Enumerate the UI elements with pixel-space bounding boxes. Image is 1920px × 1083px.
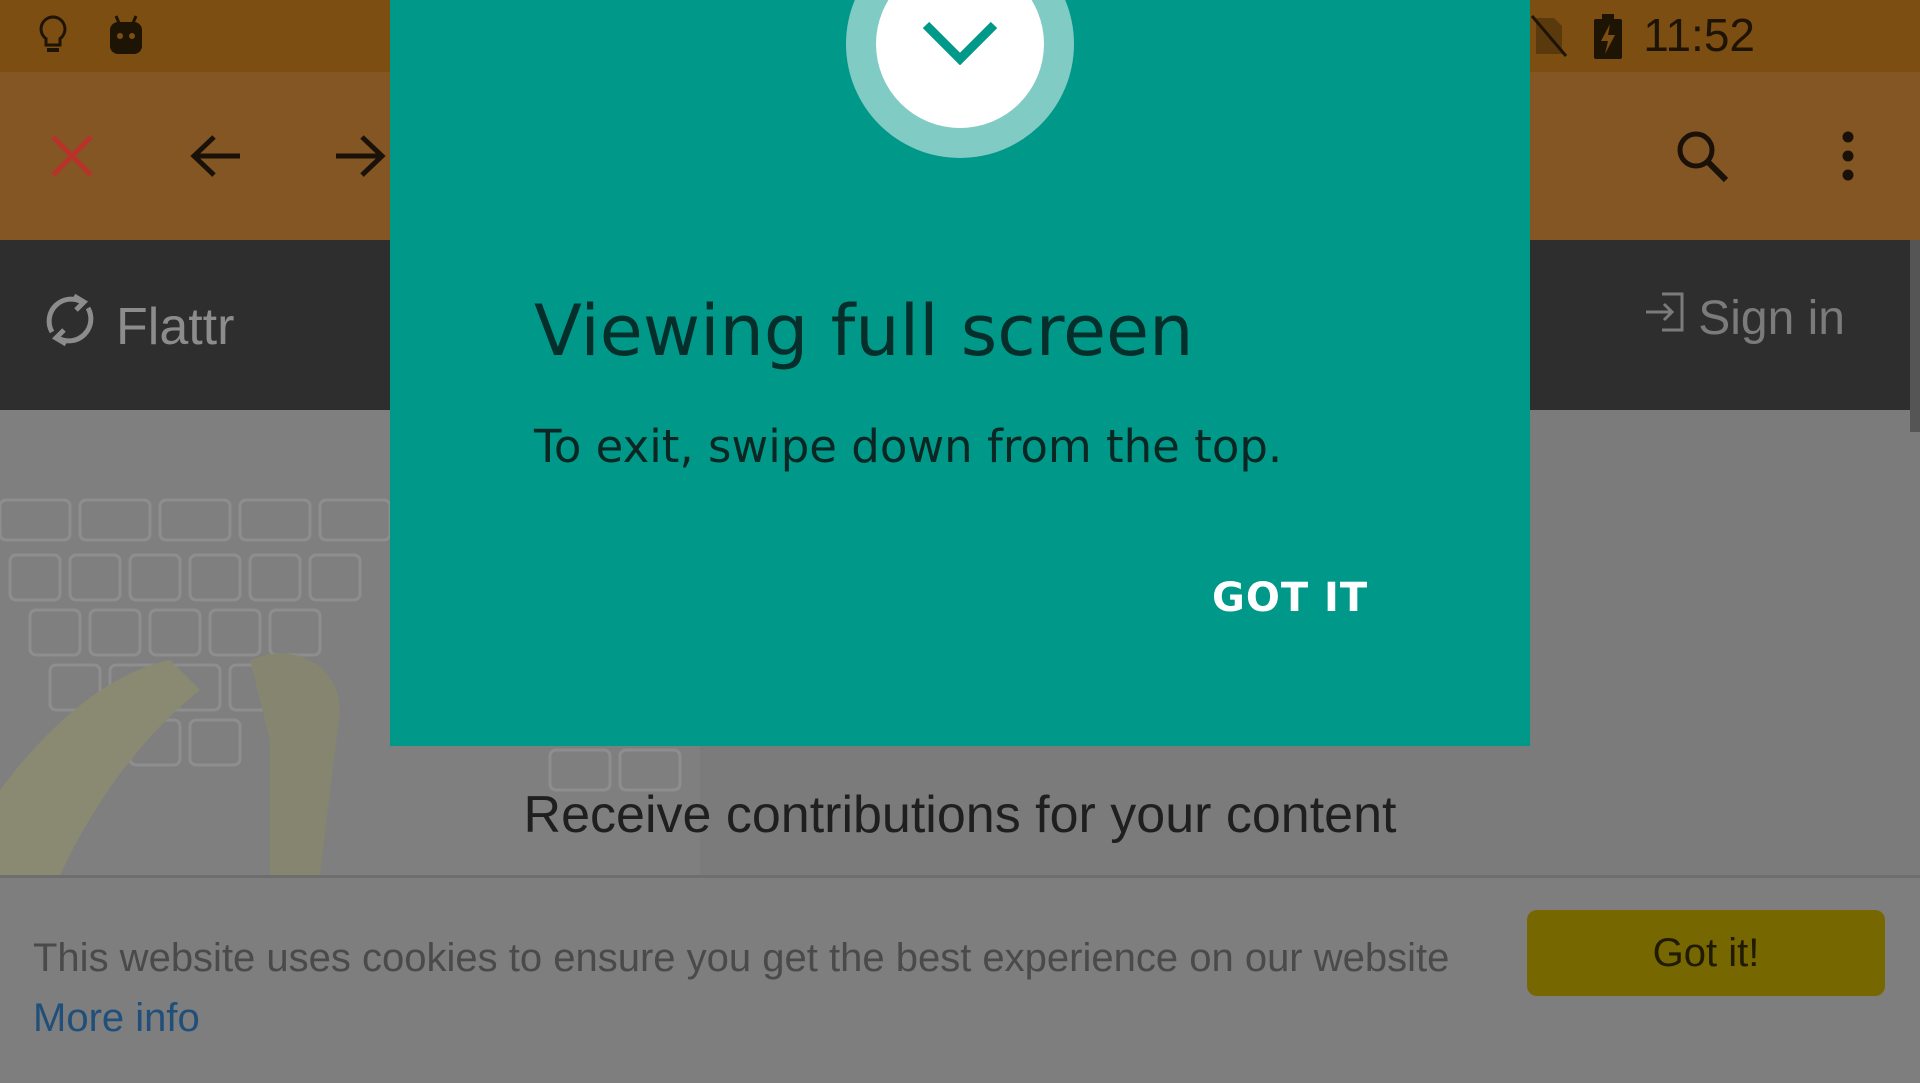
forward-arrow-icon[interactable] bbox=[330, 126, 390, 186]
dialog-body: To exit, swipe down from the top. bbox=[534, 420, 1283, 473]
sign-in-icon bbox=[1644, 290, 1686, 346]
sign-in-link[interactable]: Sign in bbox=[1644, 290, 1845, 346]
cookie-message: This website uses cookies to ensure you … bbox=[33, 936, 1450, 980]
back-arrow-icon[interactable] bbox=[186, 126, 246, 186]
page-scrollbar[interactable] bbox=[1910, 240, 1920, 432]
flattr-logo-icon bbox=[42, 292, 98, 361]
cookie-consent-bar: This website uses cookies to ensure you … bbox=[0, 875, 1920, 1083]
overflow-menu-icon[interactable] bbox=[1818, 126, 1878, 186]
no-sim-icon bbox=[1530, 14, 1568, 62]
hero-tagline: Receive contributions for your content bbox=[523, 786, 1397, 844]
fullscreen-notice-dialog: Viewing full screen To exit, swipe down … bbox=[390, 0, 1530, 746]
brand-logo[interactable]: Flattr bbox=[42, 292, 234, 361]
dialog-got-it-button[interactable]: GOT IT bbox=[1212, 575, 1368, 621]
chevron-down-icon bbox=[922, 19, 998, 69]
search-icon[interactable] bbox=[1672, 126, 1732, 186]
status-time: 11:52 bbox=[1643, 9, 1755, 61]
brand-name: Flattr bbox=[116, 297, 235, 356]
lightbulb-icon bbox=[38, 14, 68, 62]
android-debug-icon bbox=[108, 14, 144, 60]
battery-charging-icon bbox=[1592, 14, 1624, 64]
close-icon[interactable] bbox=[42, 126, 102, 186]
cookie-accept-button[interactable]: Got it! bbox=[1527, 910, 1885, 996]
sign-in-label: Sign in bbox=[1698, 291, 1845, 345]
cookie-more-info-link[interactable]: More info bbox=[33, 996, 200, 1041]
dialog-title: Viewing full screen bbox=[534, 290, 1194, 372]
